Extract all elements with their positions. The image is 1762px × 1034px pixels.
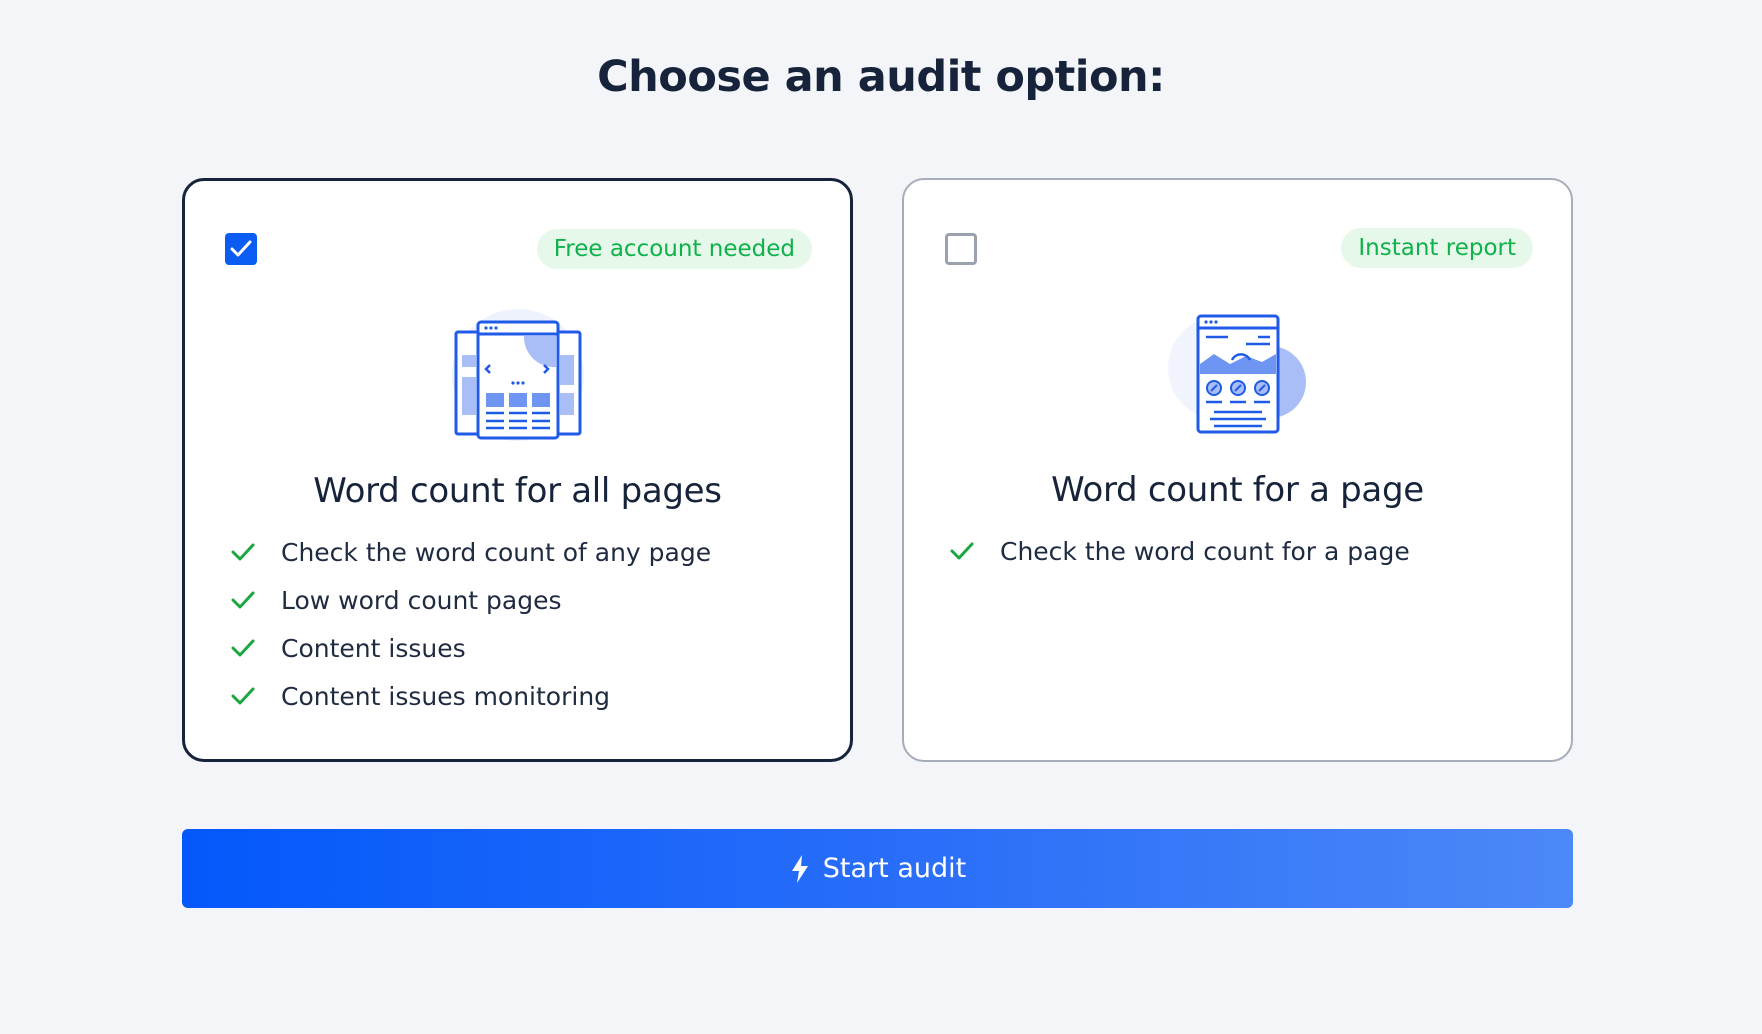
start-audit-label: Start audit bbox=[822, 853, 967, 884]
check-icon bbox=[231, 591, 255, 609]
checkbox-single-page[interactable] bbox=[945, 233, 977, 265]
multi-page-browser-illustration bbox=[185, 303, 850, 453]
feature-list: Check the word count for a page bbox=[950, 528, 1410, 576]
option-card-all-pages[interactable]: Free account needed Word count for all p… bbox=[182, 178, 853, 762]
option-title-single-page: Word count for a page bbox=[1051, 470, 1424, 510]
feature-text: Content issues bbox=[281, 634, 466, 663]
list-item: Low word count pages bbox=[231, 577, 711, 625]
feature-text: Check the word count of any page bbox=[281, 538, 712, 567]
option-card-single-page[interactable]: Instant report Word count for a page Che… bbox=[902, 178, 1573, 762]
list-item: Content issues monitoring bbox=[231, 673, 711, 721]
feature-text: Content issues monitoring bbox=[281, 682, 611, 711]
list-item: Check the word count of any page bbox=[231, 529, 711, 577]
badge-free-account: Free account needed bbox=[536, 229, 812, 269]
check-icon bbox=[231, 639, 255, 657]
page-title: Choose an audit option: bbox=[597, 52, 1165, 102]
check-icon bbox=[231, 687, 255, 705]
feature-text: Low word count pages bbox=[281, 586, 562, 615]
checkmark-icon bbox=[230, 240, 252, 257]
lightning-bolt-icon bbox=[791, 854, 808, 883]
feature-list: Check the word count of any page Low wor… bbox=[231, 529, 711, 721]
list-item: Content issues bbox=[231, 625, 711, 673]
option-title-all-pages: Word count for all pages bbox=[313, 471, 722, 511]
badge-instant-report: Instant report bbox=[1341, 228, 1533, 268]
check-icon bbox=[231, 543, 255, 561]
list-item: Check the word count for a page bbox=[950, 528, 1410, 576]
single-page-document-illustration bbox=[904, 302, 1571, 452]
checkbox-all-pages[interactable] bbox=[225, 233, 257, 265]
feature-text: Check the word count for a page bbox=[1000, 537, 1410, 566]
check-icon bbox=[950, 542, 974, 560]
start-audit-button[interactable]: Start audit bbox=[182, 829, 1573, 908]
